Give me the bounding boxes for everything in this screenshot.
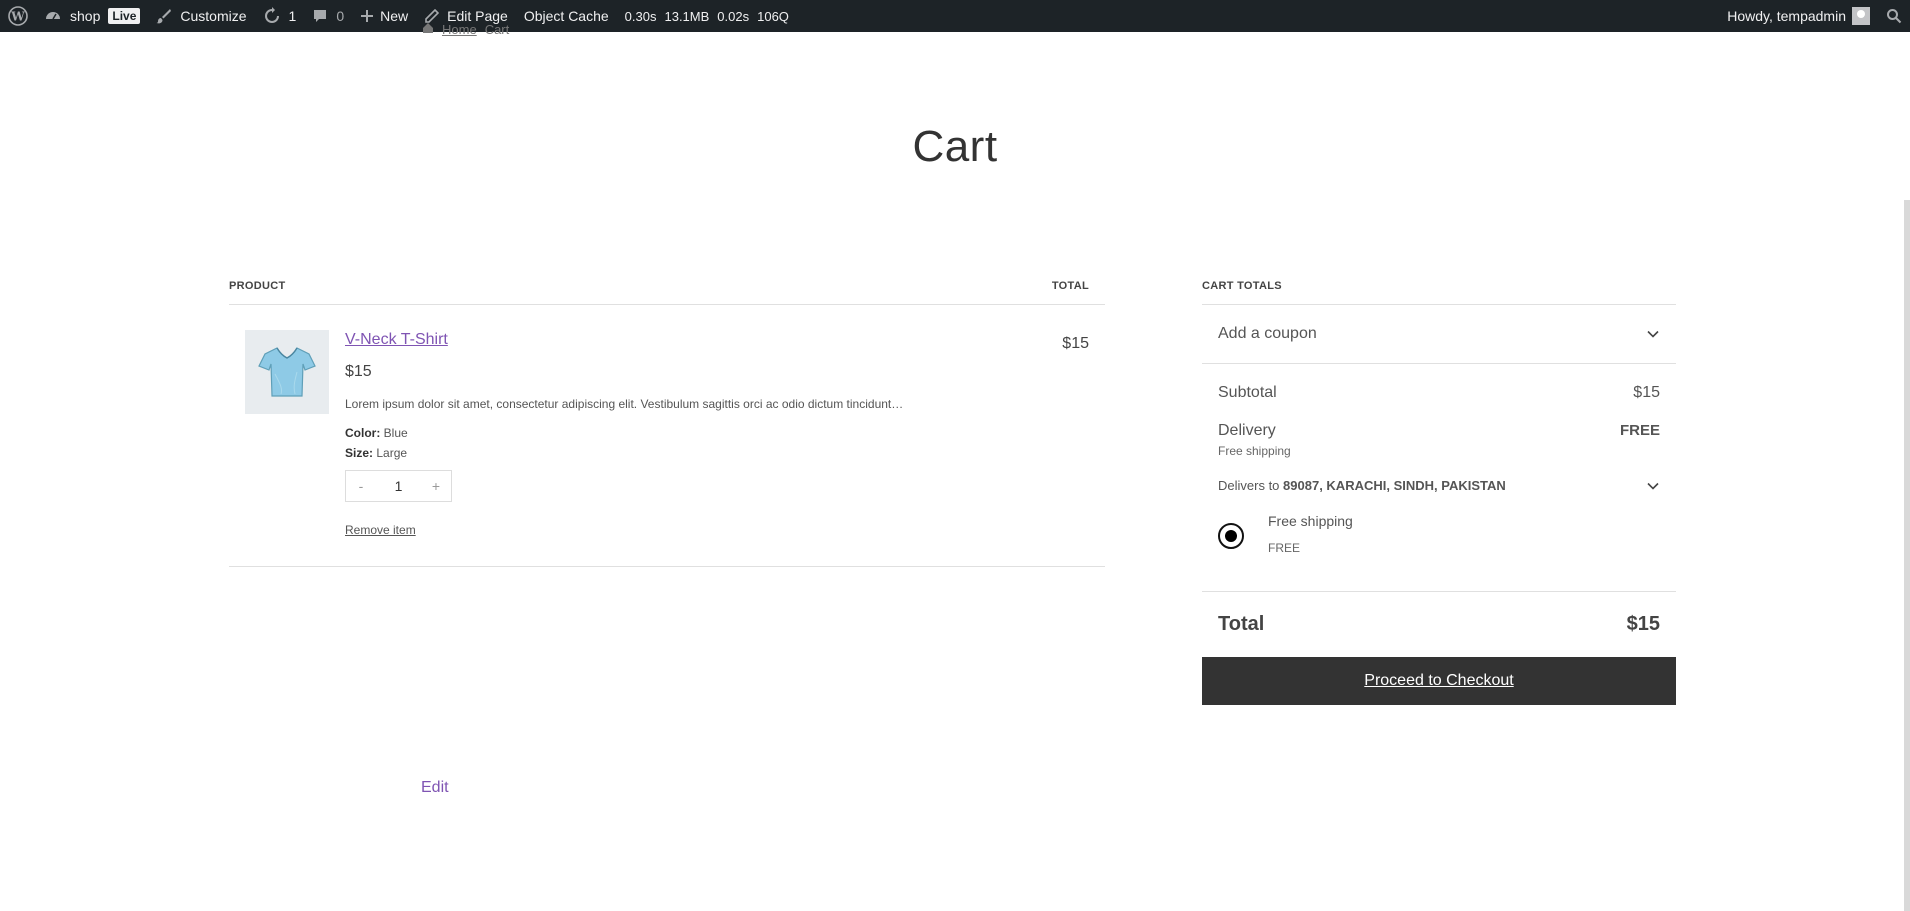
order-total-row: Total $15: [1202, 591, 1676, 657]
chevron-down-icon: [1647, 330, 1659, 338]
qm-queries: 106Q: [757, 8, 789, 24]
color-value: Blue: [383, 426, 408, 440]
chevron-down-icon: [1647, 482, 1659, 490]
scrollbar[interactable]: [1904, 200, 1910, 911]
qm-query-time: 0.02s: [717, 8, 750, 24]
cart-totals: CART TOTALS Add a coupon Subtotal $15 De…: [1202, 280, 1676, 705]
proceed-to-checkout-button[interactable]: Proceed to Checkout: [1202, 657, 1676, 705]
total-value: $15: [1626, 613, 1660, 635]
shipping-option-radio[interactable]: [1218, 523, 1244, 549]
total-label: Total: [1218, 613, 1265, 635]
breadcrumb-current: Cart: [484, 22, 510, 37]
delivers-to-text: Delivers to 89087, KARACHI, SINDH, PAKIS…: [1218, 478, 1506, 493]
my-account-menu[interactable]: Howdy, tempadmin: [1719, 0, 1878, 32]
size-label: Size:: [345, 446, 374, 460]
shipping-option[interactable]: Free shipping FREE: [1202, 513, 1676, 571]
delivers-to-address: 89087, KARACHI, SINDH, PAKISTAN: [1283, 478, 1506, 493]
updates-icon: [264, 7, 279, 23]
col-total-header: TOTAL: [1051, 280, 1089, 292]
cart-table-header: PRODUCT TOTAL: [229, 280, 1105, 305]
plus-icon: [361, 10, 374, 22]
quantity-input[interactable]: 1: [395, 478, 403, 494]
color-label: Color:: [345, 426, 381, 440]
query-monitor-menu[interactable]: 0.30s 13.1MB 0.02s 106Q: [617, 0, 797, 32]
svg-text:W: W: [10, 10, 25, 24]
coupon-label: Add a coupon: [1218, 325, 1317, 342]
product-color-meta: Color: Blue: [345, 426, 408, 440]
cart-totals-heading: CART TOTALS: [1202, 280, 1676, 305]
admin-bar: W shop Live Customize 1 0 New Edit Page …: [0, 0, 1910, 32]
line-total: $15: [1062, 335, 1089, 352]
paintbrush-icon: [156, 9, 172, 24]
product-size-meta: Size: Large: [345, 446, 407, 460]
remove-item-link[interactable]: Remove item: [345, 523, 416, 537]
search-icon: [1887, 9, 1902, 24]
product-description: Lorem ipsum dolor sit amet, consectetur …: [345, 397, 904, 411]
customize-label: Customize: [180, 8, 247, 24]
subtotal-row: Subtotal $15: [1202, 384, 1676, 402]
breadcrumb: Home Cart: [422, 22, 509, 37]
delivery-value: FREE: [1619, 422, 1660, 439]
size-value: Large: [376, 446, 408, 460]
updates-count: 1: [288, 8, 297, 24]
qm-memory: 13.1MB: [664, 8, 710, 24]
object-cache-label: Object Cache: [523, 8, 609, 24]
site-name-menu[interactable]: shop Live: [36, 0, 148, 32]
new-content-menu[interactable]: New: [352, 0, 416, 32]
cart-items-table: PRODUCT TOTAL V-Neck T-Shirt $15 Lorem i…: [229, 280, 1105, 567]
dashboard-icon: [46, 12, 60, 20]
quantity-stepper: - 1 +: [345, 470, 452, 502]
shipping-option-name: Free shipping: [1268, 513, 1353, 529]
tshirt-image: [258, 347, 316, 397]
updates-link[interactable]: 1: [255, 0, 305, 32]
product-name-link[interactable]: V-Neck T-Shirt: [345, 331, 448, 349]
delivery-row: Delivery FREE: [1202, 422, 1676, 440]
delivers-to-prefix: Delivers to: [1218, 478, 1280, 493]
shipping-option-price: FREE: [1268, 541, 1301, 555]
comment-icon: [314, 10, 327, 22]
avatar: [1852, 7, 1870, 25]
howdy-label: Howdy, tempadmin: [1727, 8, 1846, 24]
new-label: New: [380, 8, 409, 24]
customize-link[interactable]: Customize: [148, 0, 254, 32]
quantity-decrease-button[interactable]: -: [354, 478, 368, 494]
delivery-method: Free shipping: [1218, 444, 1291, 458]
site-name: shop: [70, 8, 101, 24]
col-product-header: PRODUCT: [229, 280, 286, 292]
live-badge: Live: [108, 8, 141, 24]
breadcrumb-home-link[interactable]: Home: [442, 22, 477, 37]
comments-count: 0: [336, 8, 345, 24]
cart-item-row: V-Neck T-Shirt $15 Lorem ipsum dolor sit…: [229, 305, 1105, 567]
subtotal-label: Subtotal: [1218, 384, 1277, 401]
object-cache-menu[interactable]: Object Cache: [516, 0, 617, 32]
delivery-label: Delivery: [1218, 422, 1276, 439]
edit-post-link[interactable]: Edit: [421, 779, 449, 797]
page-title: Cart: [912, 122, 998, 171]
shipping-address-toggle[interactable]: Delivers to 89087, KARACHI, SINDH, PAKIS…: [1202, 478, 1676, 493]
qm-time: 0.30s: [624, 8, 657, 24]
admin-search[interactable]: [1878, 0, 1910, 32]
subtotal-value: $15: [1633, 384, 1660, 401]
comments-link[interactable]: 0: [304, 0, 352, 32]
quantity-increase-button[interactable]: +: [429, 478, 443, 494]
coupon-toggle[interactable]: Add a coupon: [1202, 305, 1676, 364]
product-price: $15: [345, 363, 372, 380]
home-icon: [423, 23, 433, 33]
product-thumbnail[interactable]: [245, 330, 329, 414]
wordpress-logo-icon[interactable]: W: [0, 0, 36, 32]
